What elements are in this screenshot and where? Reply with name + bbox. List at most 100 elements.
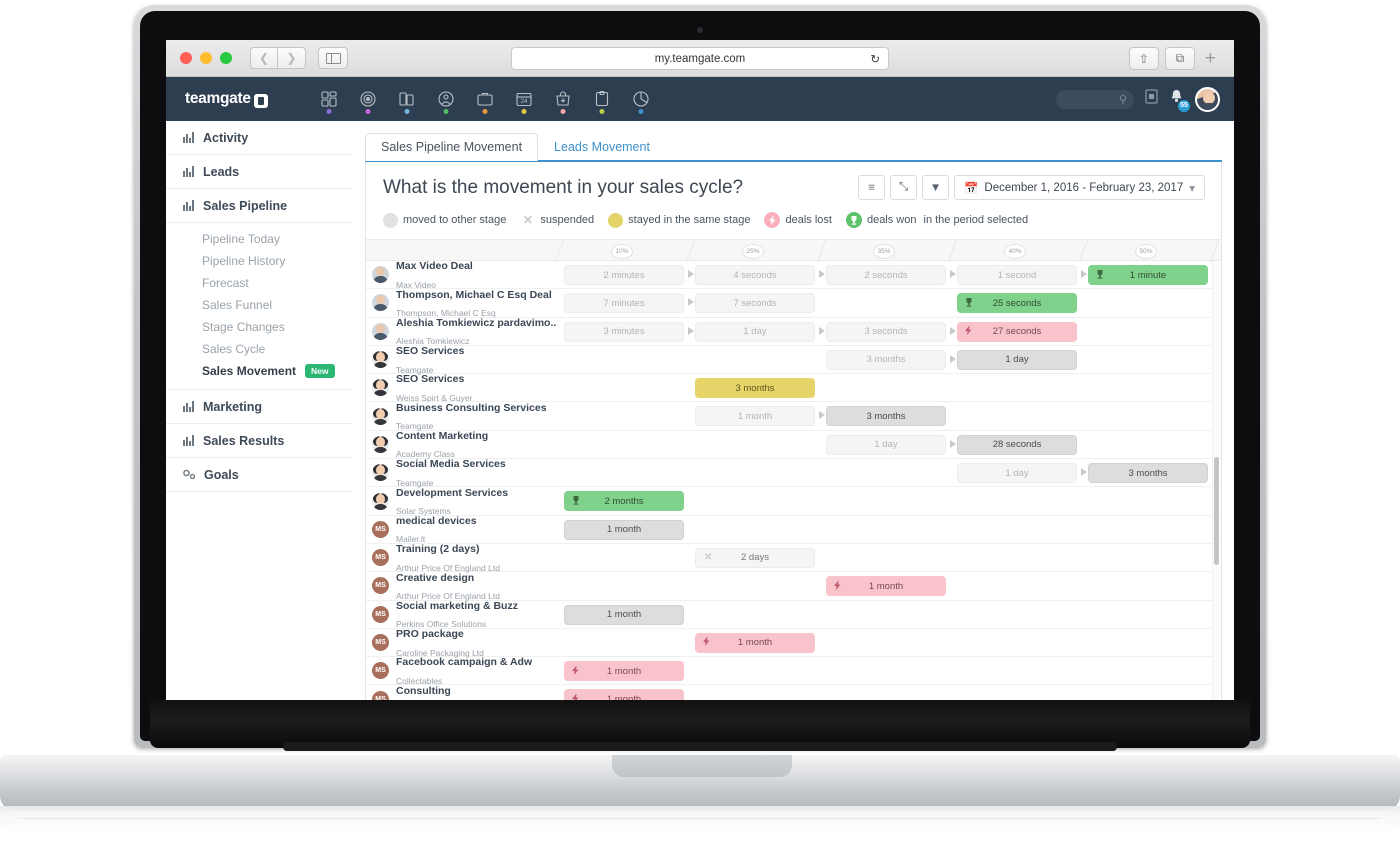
stage-pill-current[interactable]: 1 month xyxy=(564,604,684,625)
sidebar-item-marketing[interactable]: Marketing xyxy=(166,390,352,424)
nav-dot xyxy=(404,109,410,114)
briefcase-icon[interactable] xyxy=(466,77,505,121)
stage-pill-moved[interactable]: 3 months xyxy=(826,349,946,370)
stage-arrow-icon xyxy=(950,439,956,448)
stage-pill-won[interactable]: 2 months xyxy=(564,491,684,512)
search-input[interactable]: ⚲ xyxy=(1056,89,1134,109)
stage-duration: 1 month xyxy=(868,580,904,592)
tab-leads-movement[interactable]: Leads Movement xyxy=(538,133,666,161)
sidebar-item-goals[interactable]: Goals xyxy=(166,458,352,492)
stage-pill-moved[interactable]: 4 seconds xyxy=(695,265,815,285)
stage-pill-current[interactable]: 28 seconds xyxy=(957,434,1077,455)
stage-pill-moved[interactable]: 3 seconds xyxy=(826,321,946,342)
vertical-scrollbar[interactable] xyxy=(1212,261,1219,701)
avatar: MS xyxy=(372,520,389,538)
deal-track: 1 month xyxy=(562,657,1221,685)
stage-pill-moved[interactable]: 1 second xyxy=(957,265,1077,285)
stage-pill-moved[interactable]: 1 day xyxy=(826,434,946,455)
stage-pill-lost[interactable]: 1 month xyxy=(695,632,815,653)
stage-pill-moved[interactable]: 1 day xyxy=(695,321,815,342)
deal-track: 1 month xyxy=(562,629,1221,657)
avatar xyxy=(372,492,389,510)
deal-track: ✕ 2 days xyxy=(562,544,1221,572)
new-tab-button[interactable]: + xyxy=(1201,48,1220,70)
sidebar-item-forecast[interactable]: Forecast xyxy=(166,272,352,294)
tab-sales-pipeline-movement[interactable]: Sales Pipeline Movement xyxy=(365,133,539,161)
stage-pill-suspended[interactable]: ✕ 2 days xyxy=(695,547,815,568)
sidebar-item-sales-pipeline[interactable]: Sales Pipeline xyxy=(166,189,352,223)
stage-pill-moved[interactable]: 1 day xyxy=(957,463,1077,484)
stage-pill-moved[interactable]: 2 seconds xyxy=(826,265,946,285)
sidebar-item-sales-results[interactable]: Sales Results xyxy=(166,424,352,458)
person-icon[interactable] xyxy=(427,77,466,121)
deal-name: Aleshia Tomkiewicz pardavimo.. xyxy=(396,316,557,329)
date-range-picker[interactable]: 📅 December 1, 2016 - February 23, 2017 ▾ xyxy=(954,175,1205,200)
x-icon: ✕ xyxy=(704,552,713,564)
stage-duration: 3 months xyxy=(866,354,906,366)
document-icon[interactable] xyxy=(1145,89,1158,109)
sidebar-item-pipeline-history[interactable]: Pipeline History xyxy=(166,250,352,272)
stage-pill-moved[interactable]: 2 minutes xyxy=(564,265,684,285)
avatar xyxy=(372,379,389,397)
expand-button[interactable]: ⤡ xyxy=(890,175,918,200)
bag-icon[interactable] xyxy=(544,77,583,121)
stage-pill-stayed[interactable]: 3 months xyxy=(695,378,815,399)
stage-duration: 7 seconds xyxy=(733,297,777,309)
stage-pill-current[interactable]: 3 months xyxy=(826,406,946,427)
scrollbar-thumb[interactable] xyxy=(1214,457,1219,565)
sidebar-item-leads[interactable]: Leads xyxy=(166,155,352,189)
dashboard-icon[interactable] xyxy=(310,77,349,121)
sidebar-item-stage-changes[interactable]: Stage Changes xyxy=(166,316,352,338)
stage-pill-lost[interactable]: 1 month xyxy=(564,661,684,682)
close-window-button[interactable] xyxy=(180,52,192,64)
avatar xyxy=(372,266,389,284)
piechart-icon[interactable] xyxy=(622,77,661,121)
user-avatar[interactable] xyxy=(1195,86,1220,112)
stage-duration: 25 seconds xyxy=(992,297,1042,309)
stage-arrow-icon xyxy=(819,270,825,278)
stage-pill-moved[interactable]: 7 seconds xyxy=(695,293,815,314)
stage-pill-moved[interactable]: 7 minutes xyxy=(564,293,684,314)
stage-pill-current[interactable]: 1 day xyxy=(957,349,1077,370)
contacts-icon[interactable] xyxy=(388,77,427,121)
clipboard-icon[interactable] xyxy=(583,77,622,121)
stage-pill-won[interactable]: 1 minute xyxy=(1088,265,1208,285)
sidebar-item-activity[interactable]: Activity xyxy=(166,121,352,155)
teamgate-logo[interactable]: teamgate xyxy=(185,90,268,108)
sidebar-toggle-icon[interactable] xyxy=(318,47,348,69)
back-button[interactable]: ❮ xyxy=(250,47,278,69)
stage-pill-moved[interactable]: 1 month xyxy=(695,406,815,427)
sidebar-item-sales-movement[interactable]: Sales Movement New xyxy=(166,360,352,382)
target-icon[interactable] xyxy=(349,77,388,121)
stage-arrow-icon xyxy=(950,326,956,335)
stage-pill-lost[interactable]: 1 month xyxy=(826,576,946,597)
nav-dot xyxy=(326,109,332,114)
sidebar-item-sales-funnel[interactable]: Sales Funnel xyxy=(166,294,352,316)
table-row[interactable]: MSConsultingCandlelight Table Mats1 mont… xyxy=(366,685,1221,701)
lightning-icon xyxy=(572,665,579,677)
stage-pill-current[interactable]: 3 months xyxy=(1088,463,1208,484)
notifications-bell[interactable]: 55 xyxy=(1169,89,1191,113)
stage-arrow-icon xyxy=(688,270,694,278)
deal-rows: Max Video Deal Max Video 2 minutes 4 second… xyxy=(366,261,1221,701)
bar-chart-icon xyxy=(183,435,195,446)
tabs-icon[interactable]: ⧉ xyxy=(1164,47,1195,70)
sidebar-item-sales-cycle[interactable]: Sales Cycle xyxy=(166,338,352,360)
filter-button[interactable]: ▼ xyxy=(922,175,950,200)
list-view-button[interactable]: ≡ xyxy=(858,175,886,200)
sidebar-item-pipeline-today[interactable]: Pipeline Today xyxy=(166,228,352,250)
base-foot xyxy=(0,806,1400,836)
sidebar-subitem-label: Sales Funnel xyxy=(202,298,273,312)
minimize-window-button[interactable] xyxy=(200,52,212,64)
forward-button[interactable]: ❯ xyxy=(278,47,306,69)
calendar-icon[interactable]: 24 xyxy=(505,77,544,121)
address-bar[interactable]: my.teamgate.com ↻ xyxy=(511,47,889,70)
browser-toolbar: ❮ ❯ my.teamgate.com ↻ ⇧ ⧉ + xyxy=(166,40,1234,77)
stage-pill-moved[interactable]: 3 minutes xyxy=(564,321,684,342)
maximize-window-button[interactable] xyxy=(220,52,232,64)
reload-icon[interactable]: ↻ xyxy=(870,52,880,66)
share-icon[interactable]: ⇧ xyxy=(1128,47,1159,70)
stage-pill-current[interactable]: 1 month xyxy=(564,519,684,540)
stage-pill-lost[interactable]: 27 seconds xyxy=(957,321,1077,342)
stage-pill-won[interactable]: 25 seconds xyxy=(957,293,1077,314)
